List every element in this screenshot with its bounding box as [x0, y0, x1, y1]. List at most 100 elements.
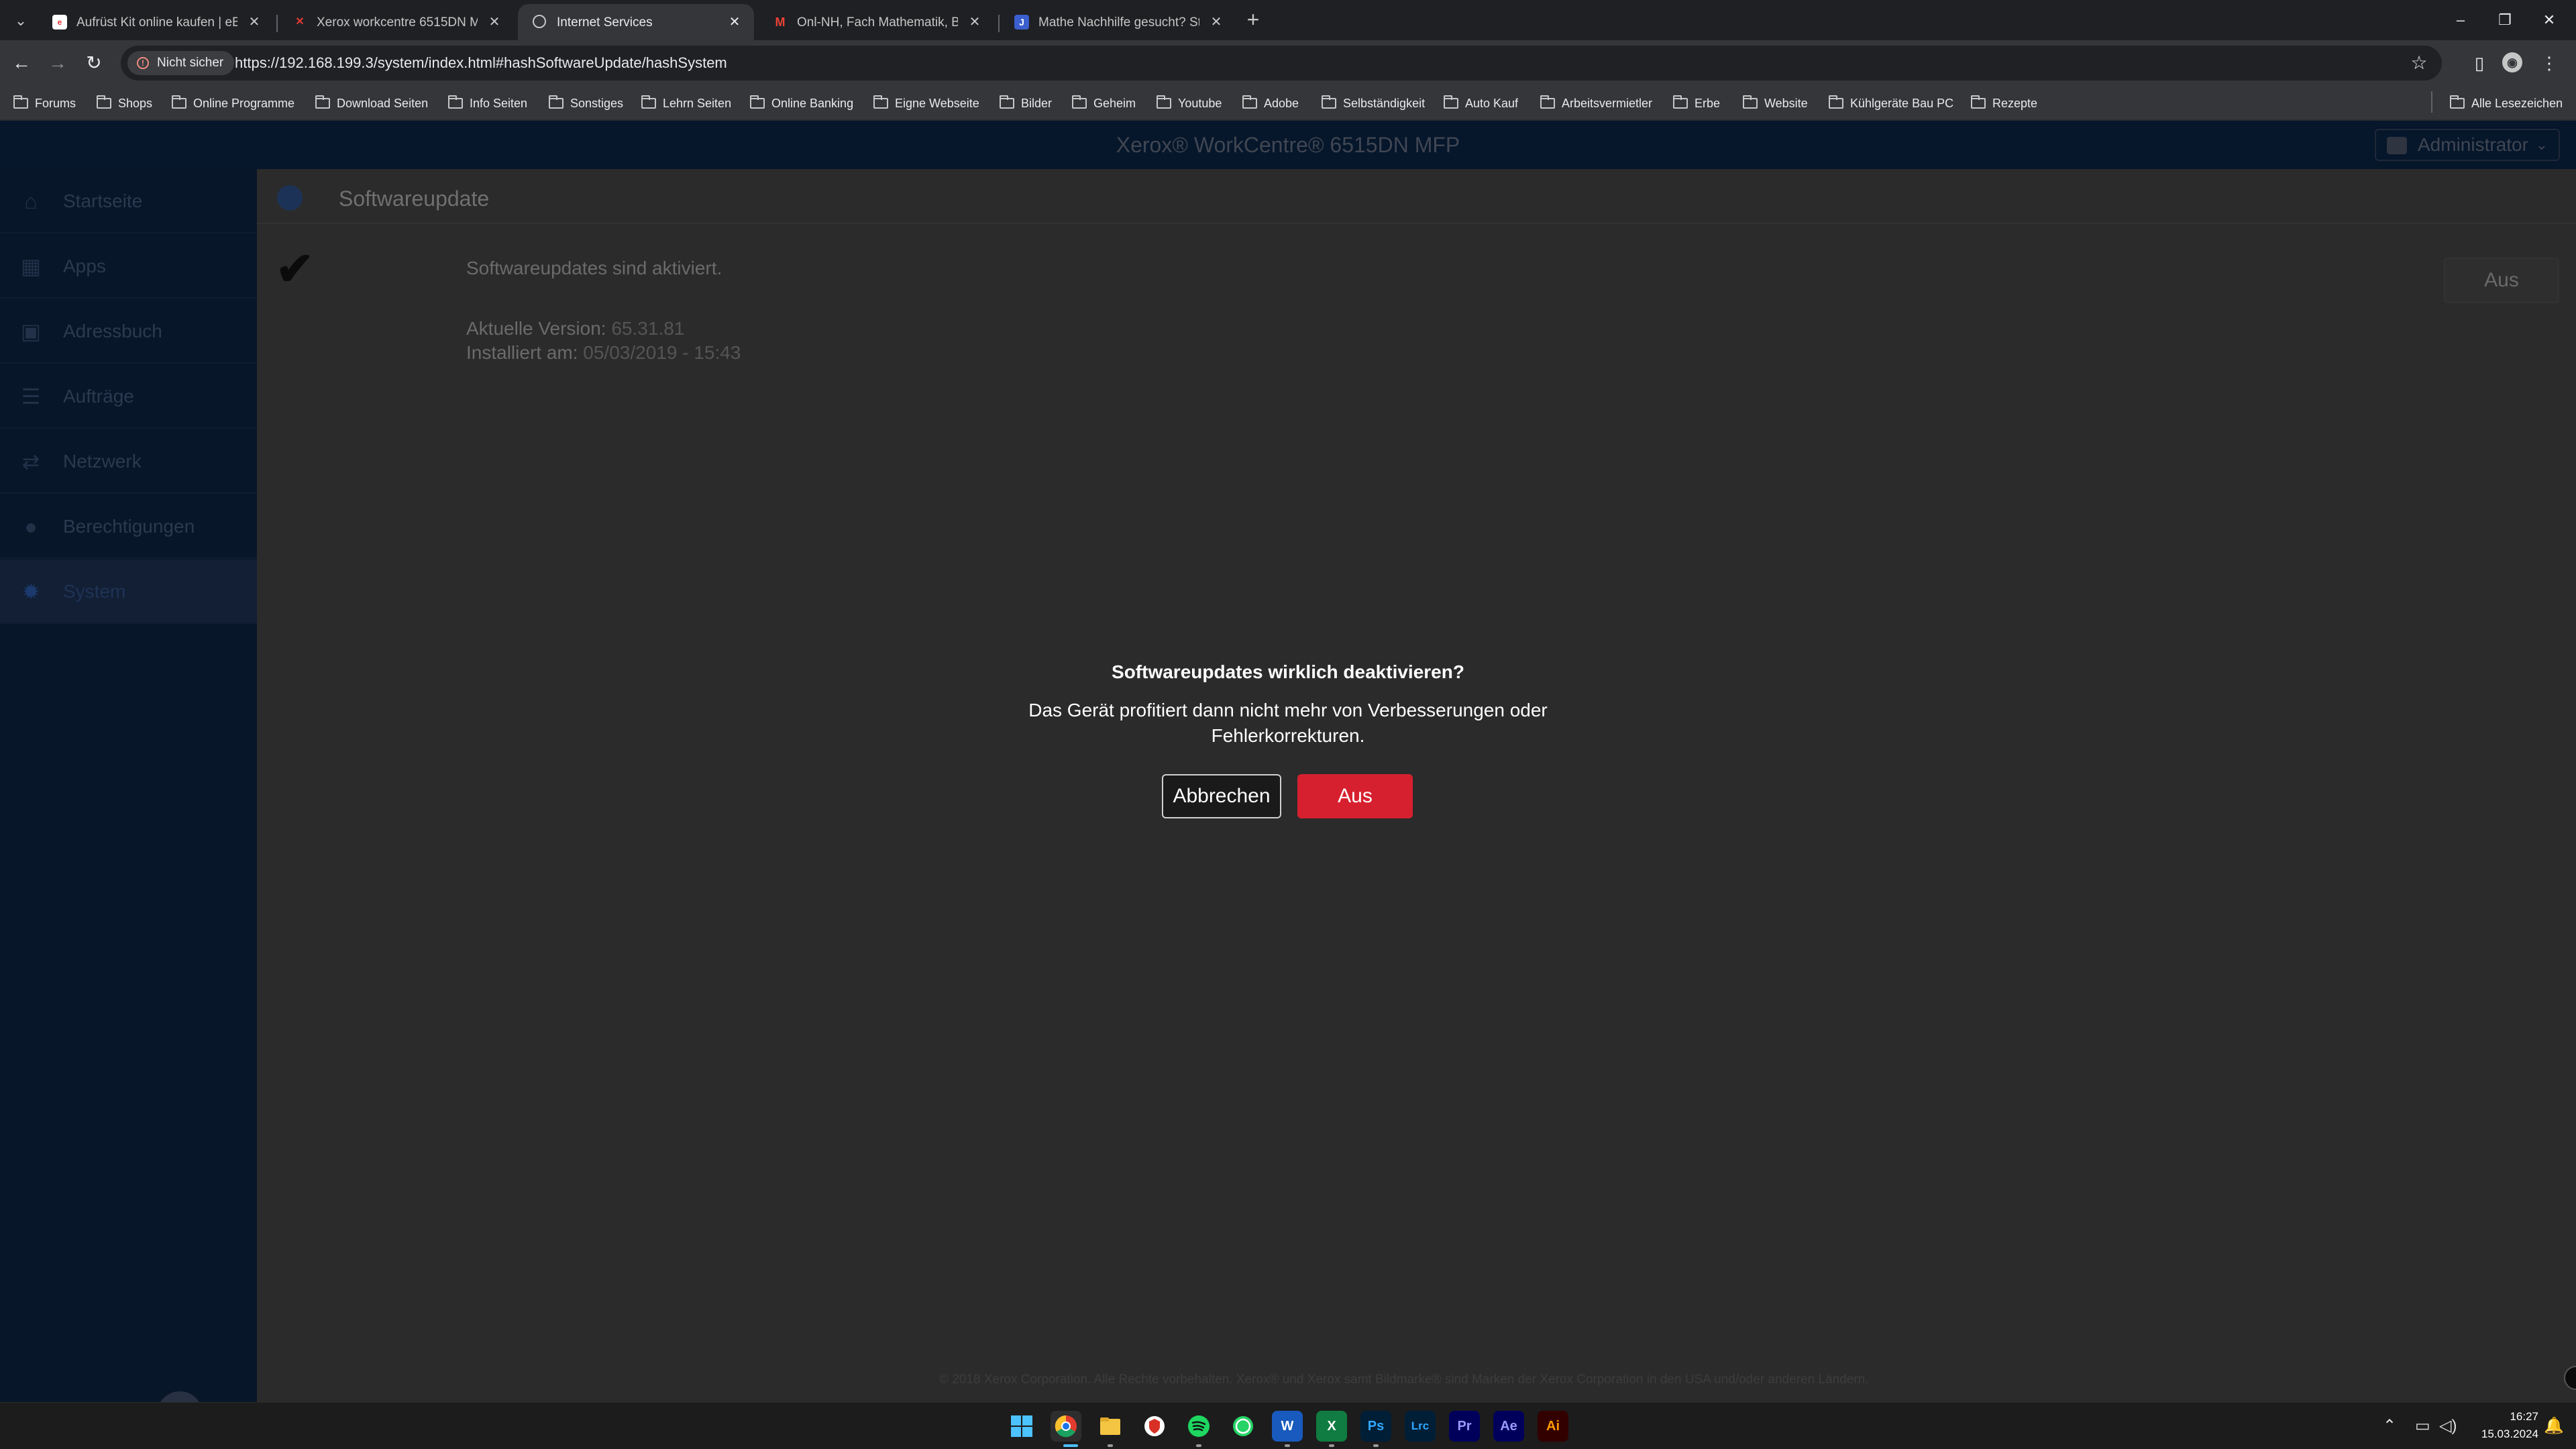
bookmark-folder[interactable]: Rezepte: [1971, 94, 2037, 113]
premiere-icon[interactable]: Pr: [1449, 1411, 1480, 1442]
security-chip[interactable]: ! Nicht sicher: [127, 51, 235, 75]
bookmark-folder[interactable]: Erbe: [1673, 94, 1720, 113]
bookmark-label: Geheim: [1093, 97, 1136, 110]
system-icon: ✹: [21, 580, 40, 604]
bookmark-label: Download Seiten: [337, 97, 429, 110]
whatsapp-icon[interactable]: [1228, 1411, 1258, 1442]
close-icon[interactable]: ✕: [1208, 13, 1225, 31]
back-icon[interactable]: ←: [8, 50, 35, 76]
bookmark-folder[interactable]: Download Seiten: [315, 94, 428, 113]
bookmark-folder[interactable]: Youtube: [1157, 94, 1222, 113]
folder-icon: [1673, 95, 1688, 109]
bookmark-label: Rezepte: [1992, 97, 2038, 110]
windows-start-icon[interactable]: [1006, 1411, 1037, 1442]
bookmark-folder[interactable]: Geheim: [1072, 94, 1136, 113]
bookmark-label: Lehrn Seiten: [663, 97, 732, 110]
reload-icon[interactable]: ↻: [80, 50, 107, 76]
screen: ⌄ e Aufrüst Kit online kaufen | eBay ✕ ✕…: [0, 0, 2576, 1449]
nav-apps[interactable]: ▦ Apps: [0, 234, 257, 299]
bookmark-label: Arbeitsvermietler: [1562, 97, 1653, 110]
ebay-icon: e: [52, 15, 67, 30]
side-panel-icon[interactable]: ▯: [2466, 50, 2493, 76]
bookmark-folder[interactable]: Bilder: [1000, 94, 1052, 113]
network-tray-icon[interactable]: ▭: [2415, 1416, 2430, 1436]
nav-label: Aufträge: [63, 386, 134, 407]
tab-nachhilfe[interactable]: J Mathe Nachhilfe gesucht? Stat ✕: [1000, 4, 1236, 40]
folder-icon: [2450, 95, 2465, 109]
nav-auftraege[interactable]: ☰ Aufträge: [0, 364, 257, 429]
nav-system[interactable]: ✹ System: [0, 559, 257, 624]
restore-icon[interactable]: ❐: [2491, 7, 2518, 34]
chrome-icon[interactable]: [1051, 1411, 1081, 1442]
bookmark-folder[interactable]: Info Seiten: [448, 94, 527, 113]
nav-netzwerk[interactable]: ⇄ Netzwerk: [0, 429, 257, 494]
file-explorer-icon[interactable]: [1095, 1411, 1126, 1442]
nav-adressbuch[interactable]: ▣ Adressbuch: [0, 299, 257, 364]
volume-icon[interactable]: ◁): [2439, 1416, 2457, 1436]
close-icon[interactable]: ✕: [966, 13, 983, 31]
menu-icon[interactable]: ⋮: [2536, 50, 2563, 76]
bookmark-folder[interactable]: Sonstiges: [549, 94, 623, 113]
close-icon[interactable]: ✕: [726, 13, 743, 31]
nav-startseite[interactable]: ⌂ Startseite: [0, 169, 257, 233]
installed-value: 05/03/2019 - 15:43: [583, 342, 741, 363]
tab-internet-services[interactable]: Internet Services ✕: [518, 4, 754, 40]
profile-avatar[interactable]: ◉: [2502, 52, 2522, 72]
tray-overflow-icon[interactable]: ⌃: [2383, 1416, 2396, 1436]
folder-icon: [1322, 95, 1336, 109]
confirm-off-button[interactable]: Aus: [1297, 774, 1413, 818]
close-icon[interactable]: ✕: [246, 13, 263, 31]
excel-icon[interactable]: X: [1316, 1411, 1347, 1442]
bookmark-folder[interactable]: Forums: [13, 94, 76, 113]
security-app-icon[interactable]: [1139, 1411, 1170, 1442]
bookmark-folder[interactable]: Online Programme: [172, 94, 294, 113]
nav-label: System: [63, 581, 126, 602]
url-text[interactable]: https://192.168.199.3/system/index.html#…: [235, 54, 727, 72]
folder-icon: [315, 95, 330, 109]
folder-icon: [1157, 95, 1171, 109]
bookmark-folder[interactable]: Arbeitsvermietler: [1540, 94, 1652, 113]
bookmark-star-icon[interactable]: ☆: [2406, 50, 2432, 76]
bookmark-folder[interactable]: Adobe: [1242, 94, 1299, 113]
notification-bell-icon[interactable]: 🔔: [2544, 1416, 2564, 1436]
photoshop-icon[interactable]: Ps: [1360, 1411, 1391, 1442]
all-bookmarks-folder[interactable]: Alle Lesezeichen: [2450, 94, 2563, 113]
security-label: Nicht sicher: [157, 56, 224, 70]
bookmark-folder[interactable]: Shops: [97, 94, 152, 113]
close-icon[interactable]: ✕: [486, 13, 503, 31]
forward-icon[interactable]: →: [44, 50, 71, 76]
bookmark-folder[interactable]: Auto Kauf: [1444, 94, 1518, 113]
word-icon[interactable]: W: [1272, 1411, 1303, 1442]
lightroom-icon[interactable]: Lrc: [1405, 1411, 1436, 1442]
address-bar[interactable]: ! Nicht sicher https://192.168.199.3/sys…: [121, 46, 2442, 80]
bookmark-label: Erbe: [1695, 97, 1721, 110]
tab-gmail[interactable]: M Onl-NH, Fach Mathematik, B.L. ✕: [758, 4, 994, 40]
clock[interactable]: 16:27 15.03.2024: [2474, 1408, 2538, 1443]
folder-icon: [1743, 95, 1758, 109]
illustrator-icon[interactable]: Ai: [1538, 1411, 1568, 1442]
bookmark-folder[interactable]: Selbständigkeit: [1322, 94, 1425, 113]
tab-xerox[interactable]: ✕ Xerox workcentre 6515DN MFP ✕: [278, 4, 514, 40]
minimize-icon[interactable]: –: [2447, 7, 2474, 34]
updates-off-button[interactable]: Aus: [2444, 258, 2559, 303]
folder-icon: [1540, 95, 1555, 109]
bookmark-folder[interactable]: Kühlgeräte Bau PC: [1829, 94, 1953, 113]
tab-ebay[interactable]: e Aufrüst Kit online kaufen | eBay ✕: [38, 4, 274, 40]
user-name: Administrator: [2418, 134, 2528, 155]
bookmark-folder[interactable]: Online Banking: [750, 94, 853, 113]
window-close-icon[interactable]: ✕: [2536, 7, 2563, 34]
new-tab-button[interactable]: +: [1241, 8, 1265, 32]
cancel-button[interactable]: Abbrechen: [1162, 774, 1281, 818]
nav-berechtigungen[interactable]: ● Berechtigungen: [0, 494, 257, 559]
bookmark-folder[interactable]: Website: [1743, 94, 1808, 113]
installed-label: Installiert am:: [466, 342, 578, 363]
bookmark-folder[interactable]: Lehrn Seiten: [641, 94, 731, 113]
user-menu[interactable]: Administrator ⌄: [2375, 129, 2560, 161]
update-status: Softwareupdates sind aktiviert.: [466, 258, 722, 278]
spotify-icon[interactable]: [1183, 1411, 1214, 1442]
bookmark-folder[interactable]: Eigne Webseite: [873, 94, 979, 113]
folder-icon: [97, 95, 111, 109]
tab-search-icon[interactable]: ⌄: [9, 9, 32, 32]
nav-label: Adressbuch: [63, 321, 162, 341]
after-effects-icon[interactable]: Ae: [1493, 1411, 1524, 1442]
